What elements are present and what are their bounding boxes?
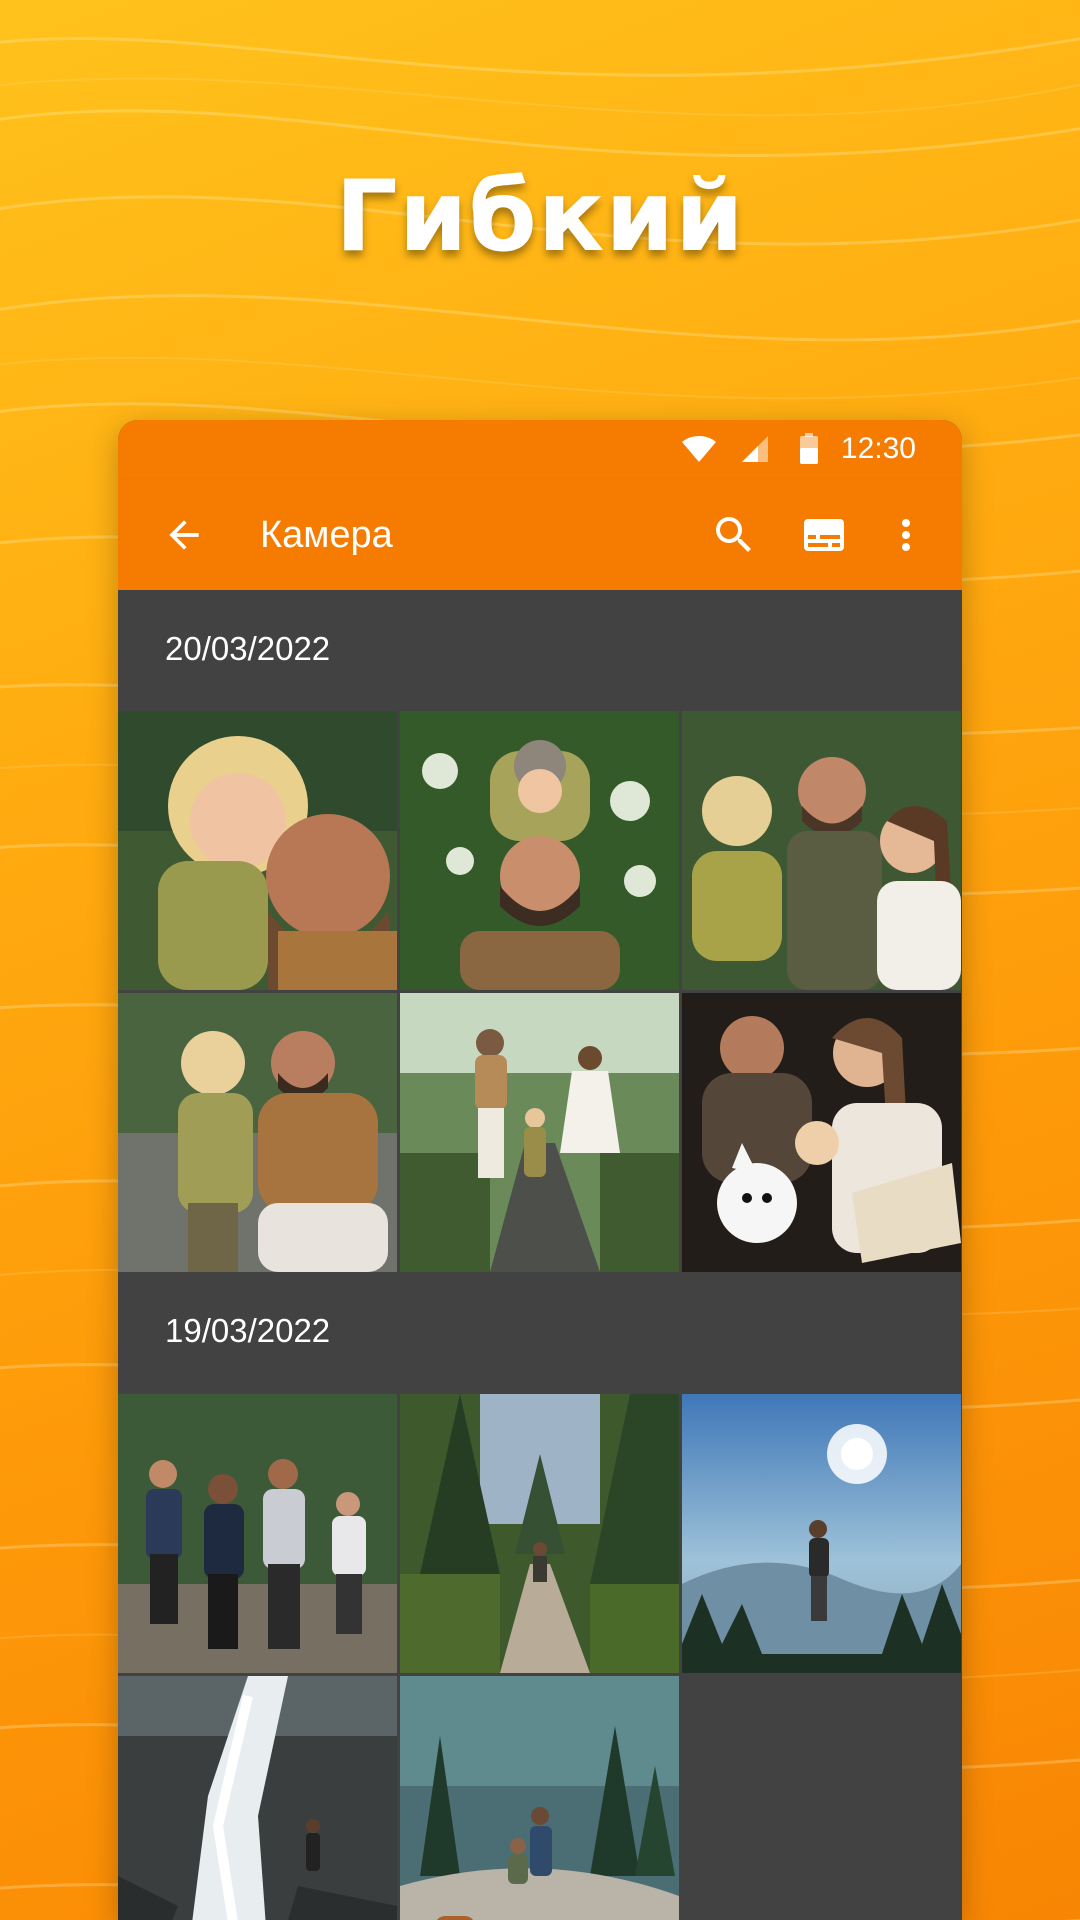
- subtitles-icon[interactable]: [800, 511, 848, 559]
- back-arrow-icon[interactable]: [162, 513, 206, 557]
- search-icon[interactable]: [710, 511, 758, 559]
- app-bar: Камера: [118, 480, 962, 590]
- photo-thumbnail[interactable]: [400, 1676, 679, 1920]
- section-date: 19/03/2022: [165, 1312, 331, 1349]
- photo-thumbnail[interactable]: [118, 1676, 397, 1920]
- status-time: 12:30: [840, 432, 916, 465]
- battery-icon: [798, 432, 820, 471]
- photo-thumbnail[interactable]: [118, 711, 397, 990]
- headline: Гибкий: [335, 160, 745, 274]
- more-vert-icon[interactable]: [882, 511, 930, 559]
- phone-screen: 12:30 Камера 20/03/2022 19/03/2022: [118, 420, 962, 1920]
- photo-thumbnail[interactable]: [118, 1394, 397, 1673]
- album-title: Камера: [260, 514, 393, 556]
- photo-thumbnail[interactable]: [682, 711, 961, 990]
- signal-icon: [738, 432, 772, 471]
- photo-thumbnail[interactable]: [682, 993, 961, 1272]
- photo-thumbnail[interactable]: [400, 711, 679, 990]
- section-date: 20/03/2022: [165, 630, 331, 667]
- status-bar: 12:30: [118, 420, 962, 480]
- photo-thumbnail[interactable]: [400, 1394, 679, 1673]
- photo-thumbnail[interactable]: [118, 993, 397, 1272]
- date-header: 20/03/2022: [118, 590, 962, 712]
- photo-thumbnail[interactable]: [682, 1394, 961, 1673]
- wifi-icon: [680, 432, 718, 471]
- date-header: 19/03/2022: [118, 1272, 962, 1394]
- photo-thumbnail[interactable]: [400, 993, 679, 1272]
